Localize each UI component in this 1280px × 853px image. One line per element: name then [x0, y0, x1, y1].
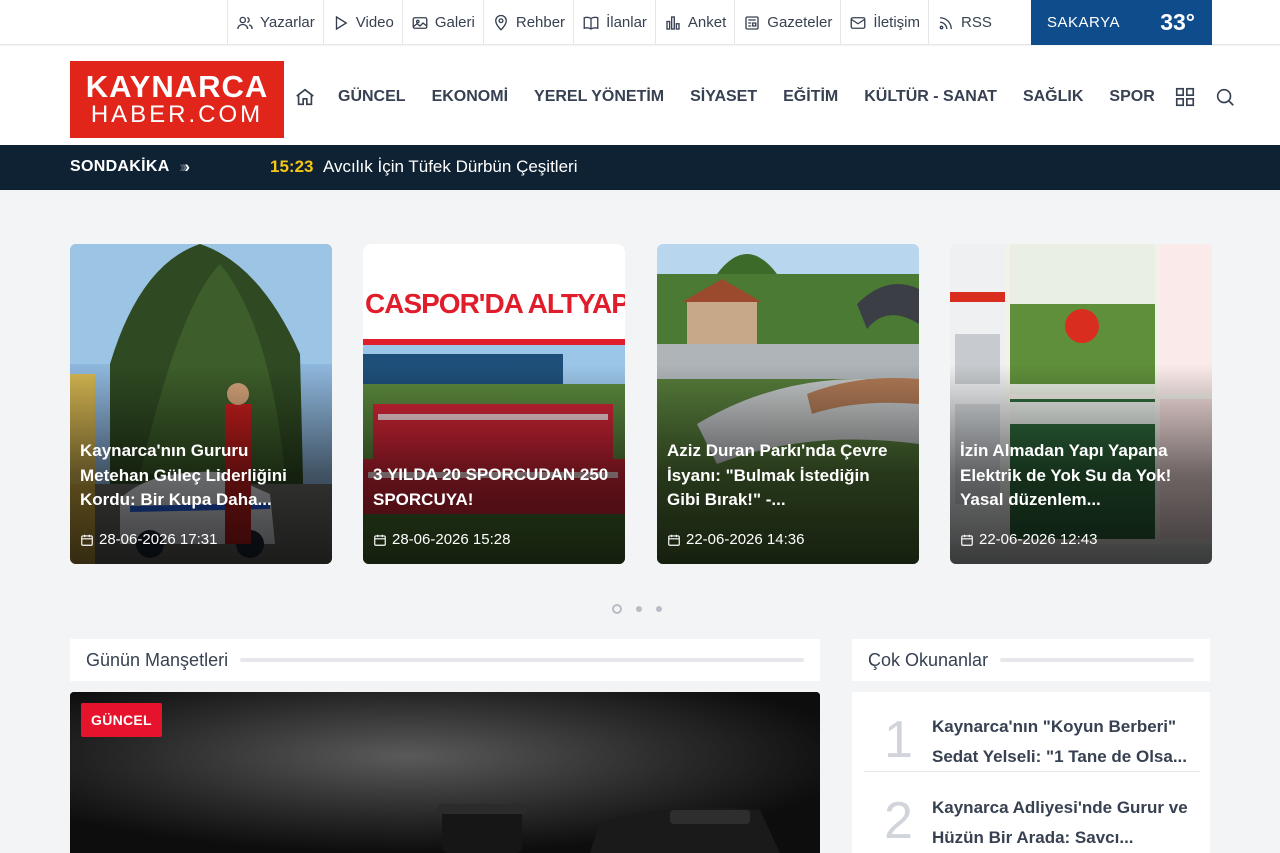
book-icon [583, 16, 599, 30]
popular-section-header: Çok Okunanlar [852, 639, 1210, 681]
most-read-rank: 1 [884, 711, 913, 769]
top-link-label: Yazarlar [260, 14, 315, 31]
most-read-list: 1 Kaynarca'nın "Koyun Berberi" Sedat Yel… [852, 692, 1210, 853]
mail-icon [850, 16, 866, 29]
section-title: Günün Manşetleri [86, 649, 229, 670]
news-slider: Kaynarca'nın Gururu Metehan Güleç Liderl… [70, 244, 1212, 564]
card-date: 28-06-2026 15:28 [373, 531, 510, 548]
section-divider [1000, 658, 1194, 662]
section-divider [240, 658, 804, 662]
card-date-text: 22-06-2026 14:36 [686, 531, 805, 548]
slider-dot[interactable] [656, 606, 662, 612]
top-link-label: İletişim [873, 14, 920, 31]
card-title: 3 YILDA 20 SPORCUDAN 250 SPORCUYA! [373, 465, 609, 509]
nav-item-saglik[interactable]: SAĞLIK [1023, 88, 1083, 106]
site-logo[interactable]: KAYNARCA HABER.COM [70, 61, 284, 138]
top-link-label: İlanlar [606, 14, 647, 31]
location-icon [494, 14, 507, 31]
top-link-yazarlar[interactable]: Yazarlar [227, 0, 323, 45]
card-date-text: 22-06-2026 12:43 [979, 531, 1098, 548]
slider-dot[interactable] [612, 604, 622, 614]
top-link-anket[interactable]: Anket [654, 0, 734, 45]
nav-item-egitim[interactable]: EĞİTİM [783, 88, 838, 106]
nav-item-ekonomi[interactable]: EKONOMİ [432, 88, 508, 106]
top-link-rss[interactable]: RSS [928, 0, 1000, 45]
newspaper-icon [745, 15, 759, 30]
top-link-label: Rehber [515, 14, 566, 31]
nav-item-kultur-sanat[interactable]: KÜLTÜR - SANAT [864, 88, 997, 106]
card-image-banner: CASPOR'DA ALTYAPI DE [363, 286, 625, 326]
weather-city: SAKARYA [1047, 14, 1120, 31]
top-link-ilanlar[interactable]: İlanlar [573, 0, 655, 45]
weather-widget[interactable]: SAKARYA 33° [1031, 0, 1212, 45]
top-link-galeri[interactable]: Galeri [401, 0, 483, 45]
search-icon[interactable] [1214, 86, 1236, 108]
card-date-text: 28-06-2026 17:31 [99, 531, 218, 548]
card-date-text: 28-06-2026 15:28 [392, 531, 511, 548]
most-read-title: Kaynarca Adliyesi'nde Gurur ve Hüzün Bir… [932, 798, 1188, 847]
card-date: 22-06-2026 14:36 [667, 531, 804, 548]
slider-dot[interactable] [636, 606, 642, 612]
rss-icon [939, 16, 952, 29]
nav-item-yerel-yonetim[interactable]: YEREL YÖNETİM [534, 88, 664, 106]
most-read-rank: 2 [884, 792, 913, 850]
image-icon [412, 16, 428, 29]
section-title: Çok Okunanlar [868, 649, 989, 670]
top-link-label: Anket [687, 14, 727, 31]
bar-chart-icon [666, 15, 680, 30]
calendar-icon [668, 534, 680, 546]
card-image-text: CASPOR'DA ALTYAPI DE [365, 288, 625, 319]
slider-card[interactable]: Aziz Duran Parkı'nda Çevre İsyanı: "Bulm… [657, 244, 919, 564]
logo-line2: HABER.COM [90, 101, 264, 128]
headlines-section-header: Günün Manşetleri [70, 639, 820, 681]
main-nav: GÜNCEL EKONOMİ YEREL YÖNETİM SİYASET EĞİ… [294, 79, 1181, 115]
nav-item-guncel[interactable]: GÜNCEL [338, 88, 406, 106]
breaking-arrows-icon: ››› [179, 157, 190, 176]
breaking-headline[interactable]: Avcılık İçin Tüfek Dürbün Çeşitleri [323, 157, 577, 177]
top-bar: Yazarlar Video Galeri Rehber İlanlar Ank… [0, 0, 1280, 45]
most-read-item[interactable]: 1 Kaynarca'nın "Koyun Berberi" Sedat Yel… [864, 692, 1200, 772]
card-date: 22-06-2026 12:43 [960, 531, 1097, 548]
top-link-iletisim[interactable]: İletişim [840, 0, 928, 45]
home-icon[interactable] [294, 86, 316, 108]
nav-item-siyaset[interactable]: SİYASET [690, 88, 757, 106]
card-title: İzin Almadan Yapı Yapana Elektrik de Yok… [960, 441, 1172, 509]
slider-card[interactable]: CASPOR'DA ALTYAPI DE 3 YILDA 20 SPORCUDA… [363, 244, 625, 564]
slider-card[interactable]: Kaynarca'nın Gururu Metehan Güleç Liderl… [70, 244, 332, 564]
users-icon [237, 16, 253, 29]
top-link-rehber[interactable]: Rehber [482, 0, 573, 45]
most-read-item[interactable]: 2 Kaynarca Adliyesi'nde Gurur ve Hüzün B… [864, 773, 1200, 853]
calendar-icon [961, 534, 973, 546]
most-read-title: Kaynarca'nın "Koyun Berberi" Sedat Yelse… [932, 717, 1187, 766]
nav-item-spor[interactable]: SPOR [1109, 88, 1154, 106]
grid-menu-icon[interactable] [1174, 86, 1196, 108]
top-link-label: Galeri [434, 14, 475, 31]
breaking-news-bar: SONDAKİKA ››› 15:23 Avcılık İçin Tüfek D… [0, 145, 1280, 190]
card-date: 28-06-2026 17:31 [80, 531, 217, 548]
breaking-label: SONDAKİKA [70, 158, 170, 175]
site-header: KAYNARCA HABER.COM GÜNCEL EKONOMİ YEREL … [0, 46, 1280, 145]
top-link-label: Video [355, 14, 394, 31]
top-link-video[interactable]: Video [322, 0, 402, 45]
play-icon [335, 15, 348, 30]
main-headline[interactable]: GÜNCEL [70, 692, 820, 853]
category-badge[interactable]: GÜNCEL [81, 703, 162, 737]
slider-card[interactable]: İzin Almadan Yapı Yapana Elektrik de Yok… [950, 244, 1212, 564]
calendar-icon [374, 534, 386, 546]
calendar-icon [81, 534, 93, 546]
weather-temp: 33° [1160, 9, 1195, 35]
slider-pagination [612, 604, 662, 614]
card-title: Aziz Duran Parkı'nda Çevre İsyanı: "Bulm… [667, 441, 888, 509]
card-title: Kaynarca'nın Gururu Metehan Güleç Liderl… [80, 441, 287, 509]
top-link-label: RSS [961, 14, 992, 31]
top-link-gazeteler[interactable]: Gazeteler [734, 0, 840, 45]
top-link-label: Gazeteler [767, 14, 833, 31]
breaking-time: 15:23 [270, 157, 314, 176]
logo-line1: KAYNARCA [85, 69, 269, 104]
header-icons [1174, 86, 1236, 108]
top-links: Yazarlar Video Galeri Rehber İlanlar Ank… [227, 0, 1000, 45]
main-headline-image [70, 692, 820, 853]
